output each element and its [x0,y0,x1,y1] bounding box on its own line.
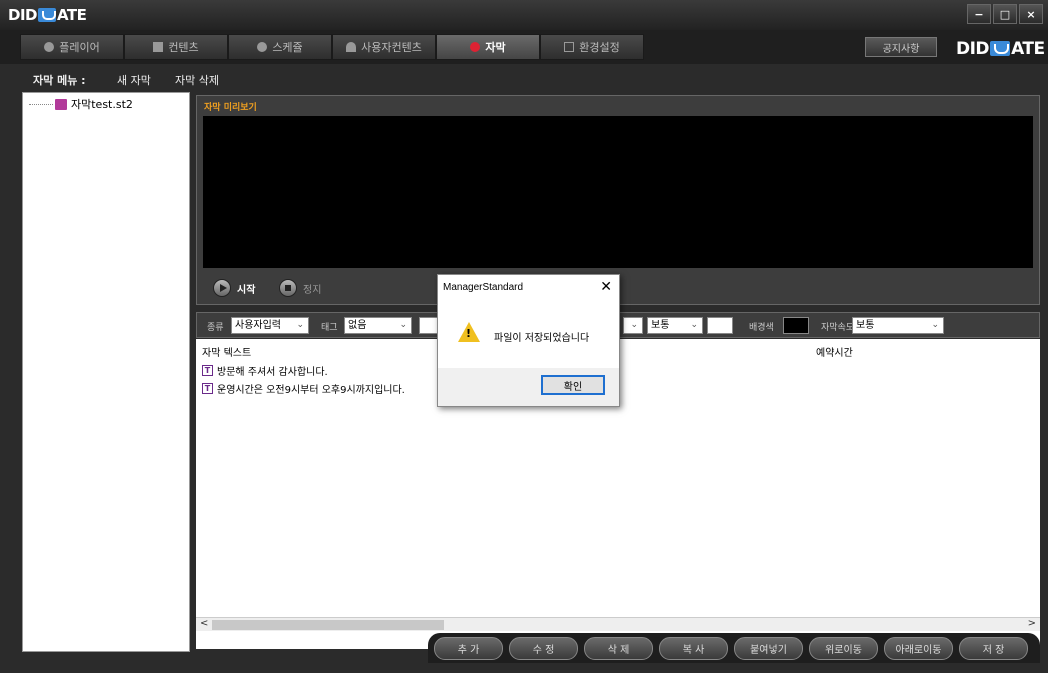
warning-mark: ! [466,327,472,340]
ok-button[interactable]: 확인 [541,375,605,395]
table-row[interactable]: T 방문해 주셔서 감사합니다. [202,363,328,378]
tree-connector [29,103,53,105]
chevron-down-icon: ⌄ [296,320,304,330]
stop-icon [279,279,297,297]
start-button[interactable]: 시작 [213,279,255,297]
tree-file-label: 자막test.st2 [71,98,133,111]
speed-label: 자막속도 [821,323,855,333]
tag-select[interactable]: 없음 ⌄ [344,317,412,334]
tree-file-item[interactable]: 자막test.st2 [29,96,133,112]
dialog-footer: 확인 [438,368,619,406]
dialog-close-icon[interactable]: ✕ [600,278,612,295]
tab-settings[interactable]: 환경설정 [540,34,644,60]
font-color-swatch[interactable] [707,317,733,334]
table-row[interactable]: T 운영시간은 오전9시부터 오후9시까지입니다. [202,381,405,396]
chevron-down-icon: ⌄ [399,320,407,330]
question-icon [470,42,481,52]
font-select[interactable]: ⌄ [623,317,643,334]
subtitle-menu: 자막 메뉴 : 새 자막 자막 삭제 [0,64,1048,92]
user-icon [346,42,357,52]
tag-label: 태그 [321,323,338,333]
delete-button[interactable]: 삭 제 [584,637,653,660]
scroll-right-icon[interactable]: > [1028,618,1036,629]
action-bar: 추 가 수 정 삭 제 복 사 붙여넣기 위로이동 아래로이동 저 장 [428,633,1040,663]
clock-icon [257,42,268,52]
title-bar: DID ATE − □ × [0,0,1048,30]
preview-screen [203,116,1033,268]
menu-label: 자막 메뉴 : [33,74,86,87]
dialog-message: 파일이 저장되었습니다 [494,333,590,344]
text-type-icon: T [202,383,213,394]
kind-label: 종류 [207,323,224,333]
scroll-left-icon[interactable]: < [200,618,208,629]
scroll-thumb[interactable] [212,620,444,630]
play-icon [213,279,231,297]
app-logo: DID ATE [8,6,87,24]
text-type-icon: T [202,365,213,376]
chevron-down-icon: ⌄ [931,320,939,330]
chevron-down-icon: ⌄ [690,320,698,330]
file-tree: 자막test.st2 [22,92,190,652]
speed-select[interactable]: 보통 ⌄ [852,317,944,334]
horizontal-scrollbar[interactable]: < > [196,617,1040,631]
paste-button[interactable]: 붙여넣기 [734,637,803,660]
content-icon [153,42,164,52]
copy-button[interactable]: 복 사 [659,637,728,660]
save-button[interactable]: 저 장 [959,637,1028,660]
logo-mark-icon [37,8,56,22]
column-header-time: 예약시간 [816,348,853,359]
move-down-button[interactable]: 아래로이동 [884,637,953,660]
tab-content[interactable]: 컨텐츠 [124,34,228,60]
notice-button[interactable]: 공지사항 [865,37,937,57]
bg-color-label: 배경색 [749,323,774,333]
play-circle-icon [44,42,55,52]
maximize-button[interactable]: □ [993,4,1017,24]
logo-mark-icon [990,41,1011,56]
dialog-title: ManagerStandard [443,282,524,293]
new-subtitle-link[interactable]: 새 자막 [117,72,151,88]
chevron-down-icon: ⌄ [630,320,638,330]
tab-player[interactable]: 플레이어 [20,34,124,60]
edit-button[interactable]: 수 정 [509,637,578,660]
file-icon [55,98,67,110]
tab-user-content[interactable]: 사용자컨텐츠 [332,34,436,60]
kind-select[interactable]: 사용자입력 ⌄ [231,317,309,334]
tab-schedule[interactable]: 스케쥴 [228,34,332,60]
settings-tv-icon [564,42,575,52]
preview-title: 자막 미리보기 [204,103,257,113]
column-header-text: 자막 텍스트 [202,348,252,359]
size-select[interactable]: 보통 ⌄ [647,317,703,334]
close-button[interactable]: × [1019,4,1043,24]
brand-logo: DID ATE [956,39,1045,59]
bg-color-swatch[interactable] [783,317,809,334]
delete-subtitle-link[interactable]: 자막 삭제 [175,72,219,88]
minimize-button[interactable]: − [967,4,991,24]
tab-bar: 플레이어 컨텐츠 스케쥴 사용자컨텐츠 자막 환경설정 공지사항 DID ATE [0,30,1048,64]
stop-button[interactable]: 정지 [279,279,321,297]
add-button[interactable]: 추 가 [434,637,503,660]
move-up-button[interactable]: 위로이동 [809,637,878,660]
message-dialog: ManagerStandard ✕ ! 파일이 저장되었습니다 확인 [437,274,620,407]
tab-subtitle[interactable]: 자막 [436,34,540,60]
